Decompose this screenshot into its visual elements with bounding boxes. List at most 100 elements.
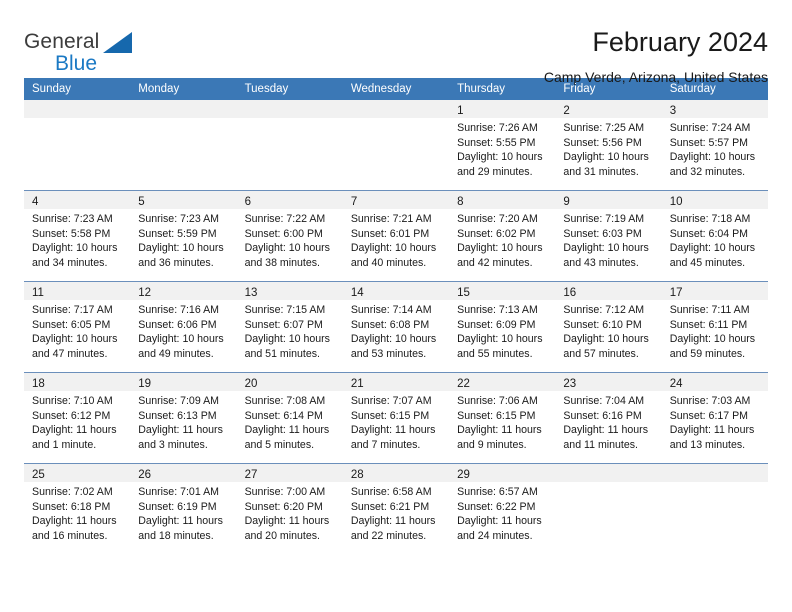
day-details: Sunrise: 7:18 AM Sunset: 6:04 PM Daylight:… [662,209,768,270]
day-number-band: 20 [236,373,343,391]
brand-logo[interactable]: General Blue [24,26,144,82]
calendar-day-cell[interactable]: 28 Sunrise: 6:58 AM Sunset: 6:21 PM Dayligh… [342,463,450,554]
day-cell-inner: 25 Sunrise: 7:02 AM Sunset: 6:18 PM Dayligh… [24,464,131,554]
calendar-day-cell[interactable]: 21 Sunrise: 7:07 AM Sunset: 6:15 PM Dayligh… [342,372,450,464]
calendar-day-cell-empty [130,100,237,191]
day-details: Sunrise: 7:08 AM Sunset: 6:14 PM Daylight:… [237,391,343,452]
calendar-day-cell[interactable]: 18 Sunrise: 7:10 AM Sunset: 6:12 PM Dayligh… [24,372,131,464]
day-detail-line: Sunrise: 7:14 AM [350,304,432,316]
day-detail-line: and 38 minutes. [244,256,320,269]
day-number: 2 [563,105,570,117]
brand-name-top: General [24,30,100,53]
day-number-band: 26 [130,464,237,482]
day-number: 7 [350,196,358,208]
calendar-day-cell[interactable]: 15 Sunrise: 7:13 AM Sunset: 6:09 PM Dayligh… [449,281,556,373]
calendar-page: General Blue February 2024 Camp Verde, A… [0,0,792,612]
day-detail-line: Sunset: 6:21 PM [350,500,430,513]
day-detail-line: Daylight: 10 hours [669,151,756,164]
day-cell-inner [342,100,450,190]
day-detail-line: Sunrise: 7:04 AM [563,395,645,407]
day-details [662,482,768,485]
day-detail-line: Sunset: 6:17 PM [669,409,749,422]
day-detail-line: Daylight: 10 hours [563,151,649,164]
day-number-band: 9 [555,191,662,209]
calendar-day-cell[interactable]: 9 Sunrise: 7:19 AM Sunset: 6:03 PM Daylight… [555,190,662,282]
calendar-day-cell[interactable]: 27 Sunrise: 7:00 AM Sunset: 6:20 PM Dayligh… [236,463,343,554]
day-detail-line: Sunrise: 7:15 AM [244,304,326,316]
day-detail-line: Daylight: 10 hours [563,242,649,255]
day-detail-line: and 3 minutes. [138,438,208,451]
day-detail-line: Sunset: 6:03 PM [563,227,642,240]
calendar-day-cell[interactable]: 17 Sunrise: 7:11 AM Sunset: 6:11 PM Dayligh… [661,281,768,373]
calendar-day-cell[interactable]: 23 Sunrise: 7:04 AM Sunset: 6:16 PM Dayligh… [555,372,662,464]
day-cell-inner: 22 Sunrise: 7:06 AM Sunset: 6:15 PM Dayligh… [449,373,556,463]
day-detail-line: Sunrise: 7:01 AM [138,486,219,498]
page-header: General Blue February 2024 Camp Verde, A… [24,0,768,85]
day-detail-line: and 53 minutes. [350,347,427,360]
calendar-day-cell[interactable]: 14 Sunrise: 7:14 AM Sunset: 6:08 PM Dayligh… [342,281,450,373]
day-number-band: 21 [342,373,450,391]
day-cell-inner: 9 Sunrise: 7:19 AM Sunset: 6:03 PM Daylight… [555,191,662,281]
calendar-day-cell[interactable]: 4 Sunrise: 7:23 AM Sunset: 5:58 PM Daylight… [24,190,131,282]
day-cell-inner: 24 Sunrise: 7:03 AM Sunset: 6:17 PM Dayligh… [661,373,768,463]
day-details: Sunrise: 7:16 AM Sunset: 6:06 PM Daylight:… [130,300,236,361]
calendar-day-cell[interactable]: 24 Sunrise: 7:03 AM Sunset: 6:17 PM Dayligh… [661,372,768,464]
day-detail-line: Sunset: 5:59 PM [138,227,217,240]
calendar-day-cell[interactable]: 29 Sunrise: 6:57 AM Sunset: 6:22 PM Dayligh… [449,463,556,554]
calendar-day-cell[interactable]: 25 Sunrise: 7:02 AM Sunset: 6:18 PM Dayligh… [24,463,131,554]
day-detail-line: Daylight: 10 hours [457,333,543,346]
day-cell-inner: 12 Sunrise: 7:16 AM Sunset: 6:06 PM Dayligh… [130,282,237,372]
calendar-day-cell[interactable]: 16 Sunrise: 7:12 AM Sunset: 6:10 PM Dayligh… [555,281,662,373]
calendar-day-cell[interactable]: 1 Sunrise: 7:26 AM Sunset: 5:55 PM Daylight… [449,100,556,191]
day-detail-line: Sunrise: 7:18 AM [669,213,751,225]
day-detail-line: Sunrise: 7:17 AM [32,304,113,316]
calendar-day-cell[interactable]: 7 Sunrise: 7:21 AM Sunset: 6:01 PM Daylight… [342,190,450,282]
calendar-day-cell[interactable]: 10 Sunrise: 7:18 AM Sunset: 6:04 PM Dayligh… [661,190,768,282]
day-detail-line: Daylight: 10 hours [457,242,543,255]
day-detail-line: Daylight: 10 hours [32,333,118,346]
day-number: 10 [669,196,683,208]
calendar-day-cell[interactable]: 3 Sunrise: 7:24 AM Sunset: 5:57 PM Daylight… [661,100,768,191]
day-number-band: 25 [24,464,131,482]
calendar-day-cell[interactable]: 8 Sunrise: 7:20 AM Sunset: 6:02 PM Daylight… [449,190,556,282]
calendar-week-row: 1 Sunrise: 7:26 AM Sunset: 5:55 PM Daylight… [24,100,768,191]
day-detail-line: Daylight: 11 hours [244,515,330,528]
day-number-band: 12 [130,282,237,300]
calendar-day-cell[interactable]: 22 Sunrise: 7:06 AM Sunset: 6:15 PM Dayligh… [449,372,556,464]
day-cell-inner [555,464,662,554]
calendar-day-cell[interactable]: 5 Sunrise: 7:23 AM Sunset: 5:59 PM Daylight… [130,190,237,282]
day-detail-line: Daylight: 11 hours [32,424,117,437]
day-detail-line: Sunset: 6:11 PM [669,318,748,331]
day-number: 24 [669,378,683,390]
day-number: 28 [350,469,364,481]
day-cell-inner: 16 Sunrise: 7:12 AM Sunset: 6:10 PM Dayligh… [555,282,662,372]
day-number: 19 [138,378,152,390]
day-details: Sunrise: 7:15 AM Sunset: 6:07 PM Daylight:… [237,300,343,361]
day-detail-line: and 9 minutes. [457,438,527,451]
day-details: Sunrise: 7:23 AM Sunset: 5:58 PM Daylight:… [24,209,130,270]
day-details: Sunrise: 6:57 AM Sunset: 6:22 PM Daylight:… [449,482,555,543]
calendar-day-cell[interactable]: 13 Sunrise: 7:15 AM Sunset: 6:07 PM Dayligh… [236,281,343,373]
calendar-day-cell[interactable]: 19 Sunrise: 7:09 AM Sunset: 6:13 PM Dayligh… [130,372,237,464]
day-details: Sunrise: 7:24 AM Sunset: 5:57 PM Daylight:… [662,118,768,179]
day-detail-line: Daylight: 10 hours [669,242,756,255]
calendar-day-cell[interactable]: 11 Sunrise: 7:17 AM Sunset: 6:05 PM Dayligh… [24,281,131,373]
calendar-day-cell[interactable]: 2 Sunrise: 7:25 AM Sunset: 5:56 PM Daylight… [555,100,662,191]
day-detail-line: Daylight: 11 hours [350,515,436,528]
day-detail-line: and 57 minutes. [563,347,639,360]
day-detail-line: Sunset: 6:22 PM [457,500,536,513]
calendar-day-cell[interactable]: 26 Sunrise: 7:01 AM Sunset: 6:19 PM Dayligh… [130,463,237,554]
day-cell-inner: 18 Sunrise: 7:10 AM Sunset: 6:12 PM Dayligh… [24,373,131,463]
day-cell-inner: 23 Sunrise: 7:04 AM Sunset: 6:16 PM Dayligh… [555,373,662,463]
calendar-week-row: 4 Sunrise: 7:23 AM Sunset: 5:58 PM Daylight… [24,190,768,282]
day-number-band: 14 [342,282,450,300]
day-detail-line: Sunrise: 7:00 AM [244,486,326,498]
day-detail-line: Sunset: 6:13 PM [138,409,217,422]
day-detail-line: Sunrise: 7:19 AM [563,213,645,225]
calendar-day-cell[interactable]: 12 Sunrise: 7:16 AM Sunset: 6:06 PM Dayligh… [130,281,237,373]
day-detail-line: and 13 minutes. [669,438,746,451]
calendar-day-cell[interactable]: 20 Sunrise: 7:08 AM Sunset: 6:14 PM Dayligh… [236,372,343,464]
day-details [237,118,343,121]
day-detail-line: Sunset: 6:16 PM [563,409,642,422]
calendar-day-cell[interactable]: 6 Sunrise: 7:22 AM Sunset: 6:00 PM Daylight… [236,190,343,282]
